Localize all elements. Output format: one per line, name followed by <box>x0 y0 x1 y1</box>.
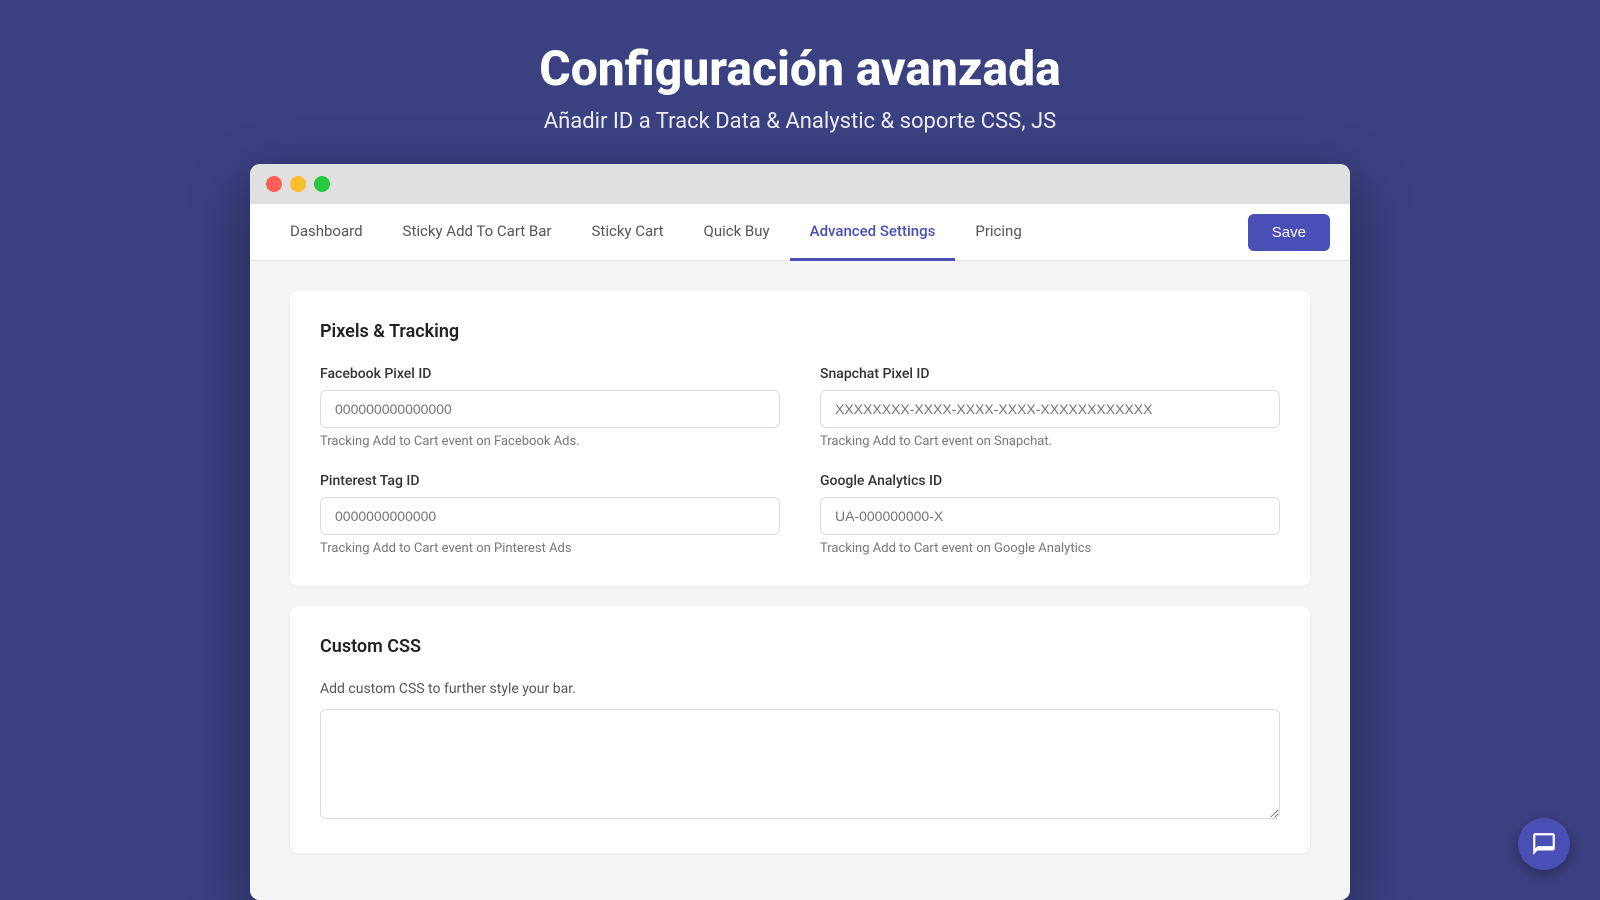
snapchat-pixel-label: Snapchat Pixel ID <box>820 366 1280 382</box>
google-analytics-label: Google Analytics ID <box>820 473 1280 489</box>
chat-button[interactable] <box>1518 818 1570 870</box>
tab-advanced-settings[interactable]: Advanced Settings <box>790 204 956 261</box>
minimize-button[interactable] <box>290 176 306 192</box>
pinterest-tag-group: Pinterest Tag ID Tracking Add to Cart ev… <box>320 473 780 556</box>
pinterest-tag-input[interactable] <box>320 497 780 535</box>
facebook-pixel-label: Facebook Pixel ID <box>320 366 780 382</box>
custom-css-textarea[interactable] <box>320 709 1280 819</box>
window-body: Dashboard Sticky Add To Cart Bar Sticky … <box>250 204 1350 900</box>
page-header: Configuración avanzada Añadir ID a Track… <box>519 0 1080 164</box>
pixels-form-grid: Facebook Pixel ID Tracking Add to Cart e… <box>320 366 1280 556</box>
page-subtitle: Añadir ID a Track Data & Analystic & sop… <box>539 109 1060 134</box>
custom-css-section: Custom CSS Add custom CSS to further sty… <box>290 606 1310 853</box>
custom-css-description: Add custom CSS to further style your bar… <box>320 681 1280 697</box>
snapchat-pixel-group: Snapchat Pixel ID Tracking Add to Cart e… <box>820 366 1280 449</box>
tab-quick-buy[interactable]: Quick Buy <box>684 204 790 261</box>
main-content: Pixels & Tracking Facebook Pixel ID Trac… <box>250 261 1350 900</box>
app-window: Dashboard Sticky Add To Cart Bar Sticky … <box>250 164 1350 900</box>
pixels-section-title: Pixels & Tracking <box>320 321 1280 342</box>
tab-dashboard[interactable]: Dashboard <box>270 204 383 261</box>
google-analytics-hint: Tracking Add to Cart event on Google Ana… <box>820 541 1280 556</box>
facebook-pixel-hint: Tracking Add to Cart event on Facebook A… <box>320 434 780 449</box>
google-analytics-group: Google Analytics ID Tracking Add to Cart… <box>820 473 1280 556</box>
nav-bar: Dashboard Sticky Add To Cart Bar Sticky … <box>250 204 1350 261</box>
pinterest-tag-label: Pinterest Tag ID <box>320 473 780 489</box>
window-titlebar <box>250 164 1350 204</box>
facebook-pixel-input[interactable] <box>320 390 780 428</box>
tab-sticky-cart[interactable]: Sticky Cart <box>572 204 684 261</box>
chat-icon <box>1531 831 1557 857</box>
close-button[interactable] <box>266 176 282 192</box>
snapchat-pixel-input[interactable] <box>820 390 1280 428</box>
nav-tabs: Dashboard Sticky Add To Cart Bar Sticky … <box>270 204 1248 260</box>
pixels-tracking-section: Pixels & Tracking Facebook Pixel ID Trac… <box>290 291 1310 586</box>
save-button[interactable]: Save <box>1248 214 1330 251</box>
tab-sticky-add-to-cart-bar[interactable]: Sticky Add To Cart Bar <box>383 204 572 261</box>
facebook-pixel-group: Facebook Pixel ID Tracking Add to Cart e… <box>320 366 780 449</box>
page-title: Configuración avanzada <box>539 40 1060 97</box>
tab-pricing[interactable]: Pricing <box>955 204 1041 261</box>
snapchat-pixel-hint: Tracking Add to Cart event on Snapchat. <box>820 434 1280 449</box>
custom-css-title: Custom CSS <box>320 636 1280 657</box>
pinterest-tag-hint: Tracking Add to Cart event on Pinterest … <box>320 541 780 556</box>
google-analytics-input[interactable] <box>820 497 1280 535</box>
maximize-button[interactable] <box>314 176 330 192</box>
